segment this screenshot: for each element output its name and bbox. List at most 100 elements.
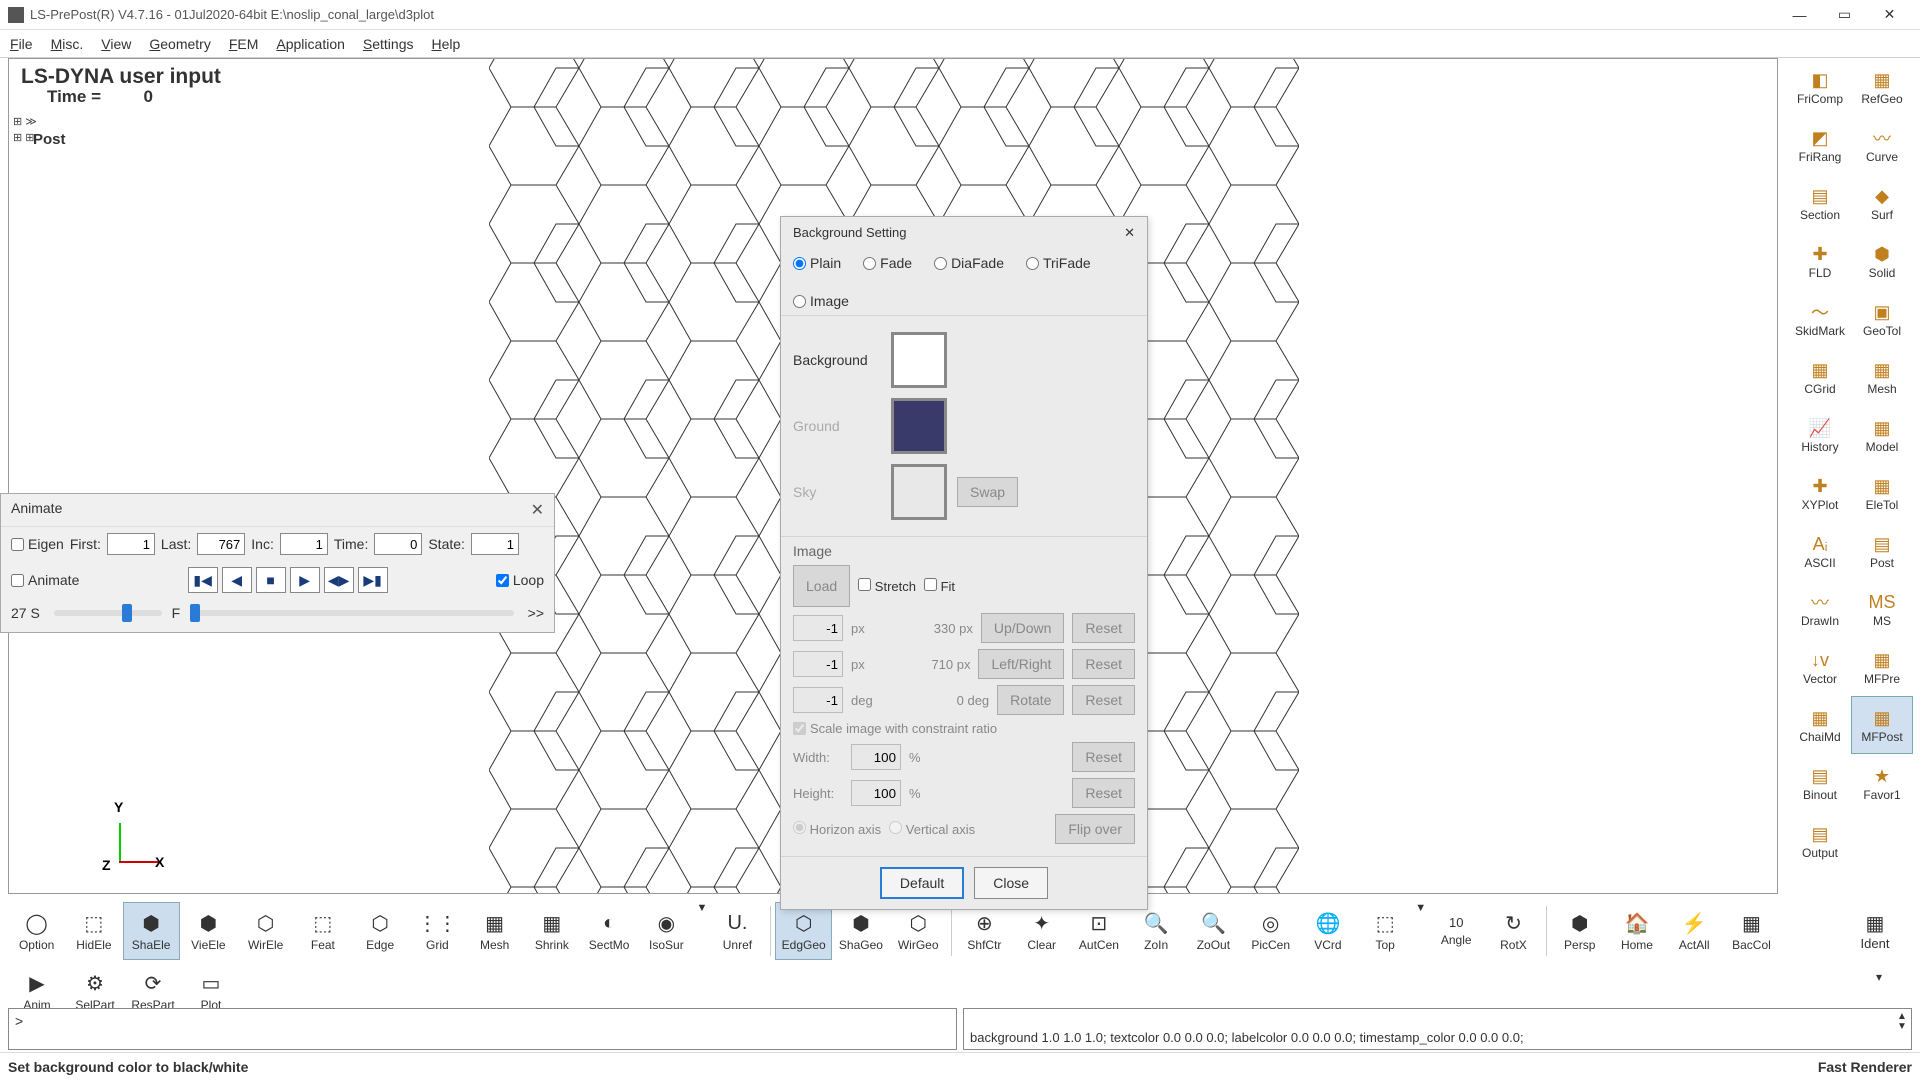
background-color-swatch[interactable] — [891, 332, 947, 388]
menu-misc[interactable]: Misc. — [51, 36, 84, 52]
btn-rotx[interactable]: ↻RotX — [1485, 902, 1542, 960]
close-dialog-button[interactable]: Close — [974, 867, 1048, 899]
default-button[interactable]: Default — [880, 867, 964, 899]
scale-checkbox[interactable]: Scale image with constraint ratio — [793, 721, 1135, 736]
btn-shaele[interactable]: ⬢ShaEle — [123, 902, 180, 960]
btn-wirgeo[interactable]: ⬡WirGeo — [890, 902, 947, 960]
vertical-radio[interactable]: Vertical axis — [889, 821, 975, 837]
btn-piccen[interactable]: ◎PicCen — [1242, 902, 1299, 960]
play-button[interactable]: ▶ — [290, 567, 320, 593]
maximize-button[interactable]: ▭ — [1822, 0, 1867, 30]
stretch-checkbox[interactable]: Stretch — [858, 578, 916, 594]
ident-dropdown-icon[interactable]: ▾ — [1876, 970, 1882, 984]
menu-file[interactable]: File — [10, 36, 33, 52]
leftright-button[interactable]: Left/Right — [978, 649, 1064, 679]
dropdown-icon[interactable]: ▼ — [1414, 902, 1428, 928]
menu-application[interactable]: Application — [276, 36, 345, 52]
tool-vector[interactable]: ↓vVector — [1789, 638, 1851, 696]
btn-wirele[interactable]: ⬡WirEle — [237, 902, 294, 960]
log-scroll[interactable]: ▲▼ — [1895, 1012, 1909, 1032]
btn-sectmo[interactable]: ◐SectMo — [581, 902, 638, 960]
speed-slider[interactable] — [54, 610, 162, 616]
sky-color-swatch[interactable] — [891, 464, 947, 520]
close-button[interactable]: ✕ — [1867, 0, 1912, 30]
tree-expand-icon[interactable]: ⊞ ≫ — [13, 115, 37, 128]
rotate-button[interactable]: Rotate — [997, 685, 1064, 715]
last-frame-button[interactable]: ▶▮ — [358, 567, 388, 593]
stop-button[interactable]: ■ — [256, 567, 286, 593]
tree-post[interactable]: Post — [33, 131, 66, 148]
tool-model[interactable]: ▦Model — [1851, 406, 1913, 464]
first-input[interactable] — [107, 533, 155, 555]
radio-diafade[interactable]: DiaFade — [934, 255, 1004, 271]
btn-shfctr[interactable]: ⊕ShfCtr — [956, 902, 1013, 960]
menu-view[interactable]: View — [101, 36, 131, 52]
btn-isosur[interactable]: ◉IsoSur — [638, 902, 695, 960]
tool-ascii[interactable]: AᵢASCII — [1789, 522, 1851, 580]
btn-angle[interactable]: 10Angle — [1428, 902, 1485, 960]
btn-persp[interactable]: ⬢Persp — [1551, 902, 1608, 960]
updown-value[interactable] — [793, 615, 843, 641]
tool-mesh[interactable]: ▦Mesh — [1851, 348, 1913, 406]
tool-surf[interactable]: ◆Surf — [1851, 174, 1913, 232]
tool-drawin[interactable]: 〰DrawIn — [1789, 580, 1851, 638]
btn-edge[interactable]: ⬡Edge — [352, 902, 409, 960]
height-input[interactable] — [851, 780, 901, 806]
btn-shageo[interactable]: ⬢ShaGeo — [832, 902, 889, 960]
rotate-reset[interactable]: Reset — [1072, 685, 1135, 715]
radio-fade[interactable]: Fade — [863, 255, 912, 271]
horizon-radio[interactable]: Horizon axis — [793, 821, 881, 837]
ident-button[interactable]: ▦ Ident — [1844, 902, 1906, 960]
swap-button[interactable]: Swap — [957, 477, 1018, 507]
btn-shrink[interactable]: ▦Shrink — [523, 902, 580, 960]
tool-frirang[interactable]: ◩FriRang — [1789, 116, 1851, 174]
tool-mfpost[interactable]: ▦MFPost — [1851, 696, 1913, 754]
stepframe-button[interactable]: ◀▶ — [324, 567, 354, 593]
tool-favor1[interactable]: ★Favor1 — [1851, 754, 1913, 812]
slider-handle2[interactable] — [190, 604, 200, 622]
flipover-button[interactable]: Flip over — [1055, 814, 1135, 844]
frame-slider[interactable] — [190, 610, 513, 616]
rotate-value[interactable] — [793, 687, 843, 713]
last-input[interactable] — [197, 533, 245, 555]
btn-vieele[interactable]: ⬢VieEle — [180, 902, 237, 960]
btn-autcen[interactable]: ⊡AutCen — [1070, 902, 1127, 960]
btn-zoout[interactable]: 🔍ZoOut — [1185, 902, 1242, 960]
width-reset[interactable]: Reset — [1072, 742, 1135, 772]
width-input[interactable] — [851, 744, 901, 770]
btn-option[interactable]: ◯Option — [8, 902, 65, 960]
tool-chaimd[interactable]: ▦ChaiMd — [1789, 696, 1851, 754]
slider-right-label[interactable]: >> — [528, 605, 544, 621]
tool-fricomp[interactable]: ◧FriComp — [1789, 58, 1851, 116]
btn-baccol[interactable]: ▦BacCol — [1723, 902, 1780, 960]
tool-cgrid[interactable]: ▦CGrid — [1789, 348, 1851, 406]
animate-close-button[interactable]: ✕ — [531, 500, 544, 520]
tool-fld[interactable]: ✚FLD — [1789, 232, 1851, 290]
radio-image[interactable]: Image — [793, 293, 849, 309]
leftright-reset[interactable]: Reset — [1072, 649, 1135, 679]
tool-solid[interactable]: ⬢Solid — [1851, 232, 1913, 290]
state-input[interactable] — [471, 533, 519, 555]
first-frame-button[interactable]: ▮◀ — [188, 567, 218, 593]
btn-mesh[interactable]: ▦Mesh — [466, 902, 523, 960]
prev-frame-button[interactable]: ◀ — [222, 567, 252, 593]
height-reset[interactable]: Reset — [1072, 778, 1135, 808]
btn-hidele[interactable]: ⬚HidEle — [65, 902, 122, 960]
tool-geotol[interactable]: ▣GeoTol — [1851, 290, 1913, 348]
inc-input[interactable] — [280, 533, 328, 555]
eigen-checkbox[interactable]: Eigen — [11, 536, 64, 552]
tool-xyplot[interactable]: ✚XYPlot — [1789, 464, 1851, 522]
menu-help[interactable]: Help — [431, 36, 460, 52]
radio-plain[interactable]: Plain — [793, 255, 841, 271]
minimize-button[interactable]: — — [1777, 0, 1822, 30]
btn-edggeo[interactable]: ⬡EdgGeo — [775, 902, 832, 960]
leftright-value[interactable] — [793, 651, 843, 677]
btn-unref[interactable]: U.Unref — [709, 902, 766, 960]
tool-history[interactable]: 📈History — [1789, 406, 1851, 464]
slider-handle1[interactable] — [122, 604, 132, 622]
tool-eletol[interactable]: ▦EleTol — [1851, 464, 1913, 522]
tool-mfpre[interactable]: ▦MFPre — [1851, 638, 1913, 696]
radio-trifade[interactable]: TriFade — [1026, 255, 1091, 271]
loop-checkbox[interactable]: Loop — [496, 572, 544, 588]
tool-section[interactable]: ▤Section — [1789, 174, 1851, 232]
